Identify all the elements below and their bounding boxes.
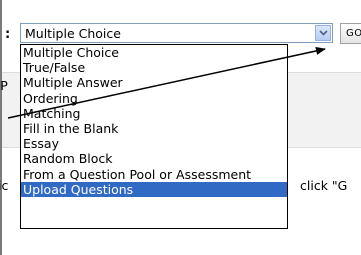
dropdown-option[interactable]: Essay	[21, 136, 287, 151]
question-type-dropdown-list[interactable]: Multiple Choice True/False Multiple Answer…	[20, 44, 288, 229]
question-type-select[interactable]: Multiple Choice	[20, 23, 333, 43]
background-text-fragment: ιР	[0, 78, 8, 93]
background-text-fragment: click "G	[300, 178, 348, 193]
field-label-colon: :	[5, 27, 11, 42]
dropdown-option[interactable]: Matching	[21, 106, 287, 121]
dropdown-option[interactable]: True/False	[21, 60, 287, 75]
dropdown-option[interactable]: From a Question Pool or Assessment	[21, 167, 287, 182]
dropdown-option[interactable]: Multiple Choice	[21, 45, 287, 60]
chevron-down-icon[interactable]	[315, 25, 331, 41]
dropdown-option[interactable]: Upload Questions	[21, 181, 287, 197]
background-text-fragment: ic	[0, 178, 9, 193]
dropdown-option[interactable]: Multiple Answer	[21, 75, 287, 90]
dropdown-option[interactable]: Random Block	[21, 151, 287, 166]
dropdown-option[interactable]: Fill in the Blank	[21, 121, 287, 136]
selected-value: Multiple Choice	[25, 26, 121, 41]
page: : Multiple Choice GO ιР ic click "G Mult…	[0, 0, 361, 255]
go-button[interactable]: GO	[340, 23, 361, 44]
dropdown-option[interactable]: Ordering	[21, 91, 287, 106]
